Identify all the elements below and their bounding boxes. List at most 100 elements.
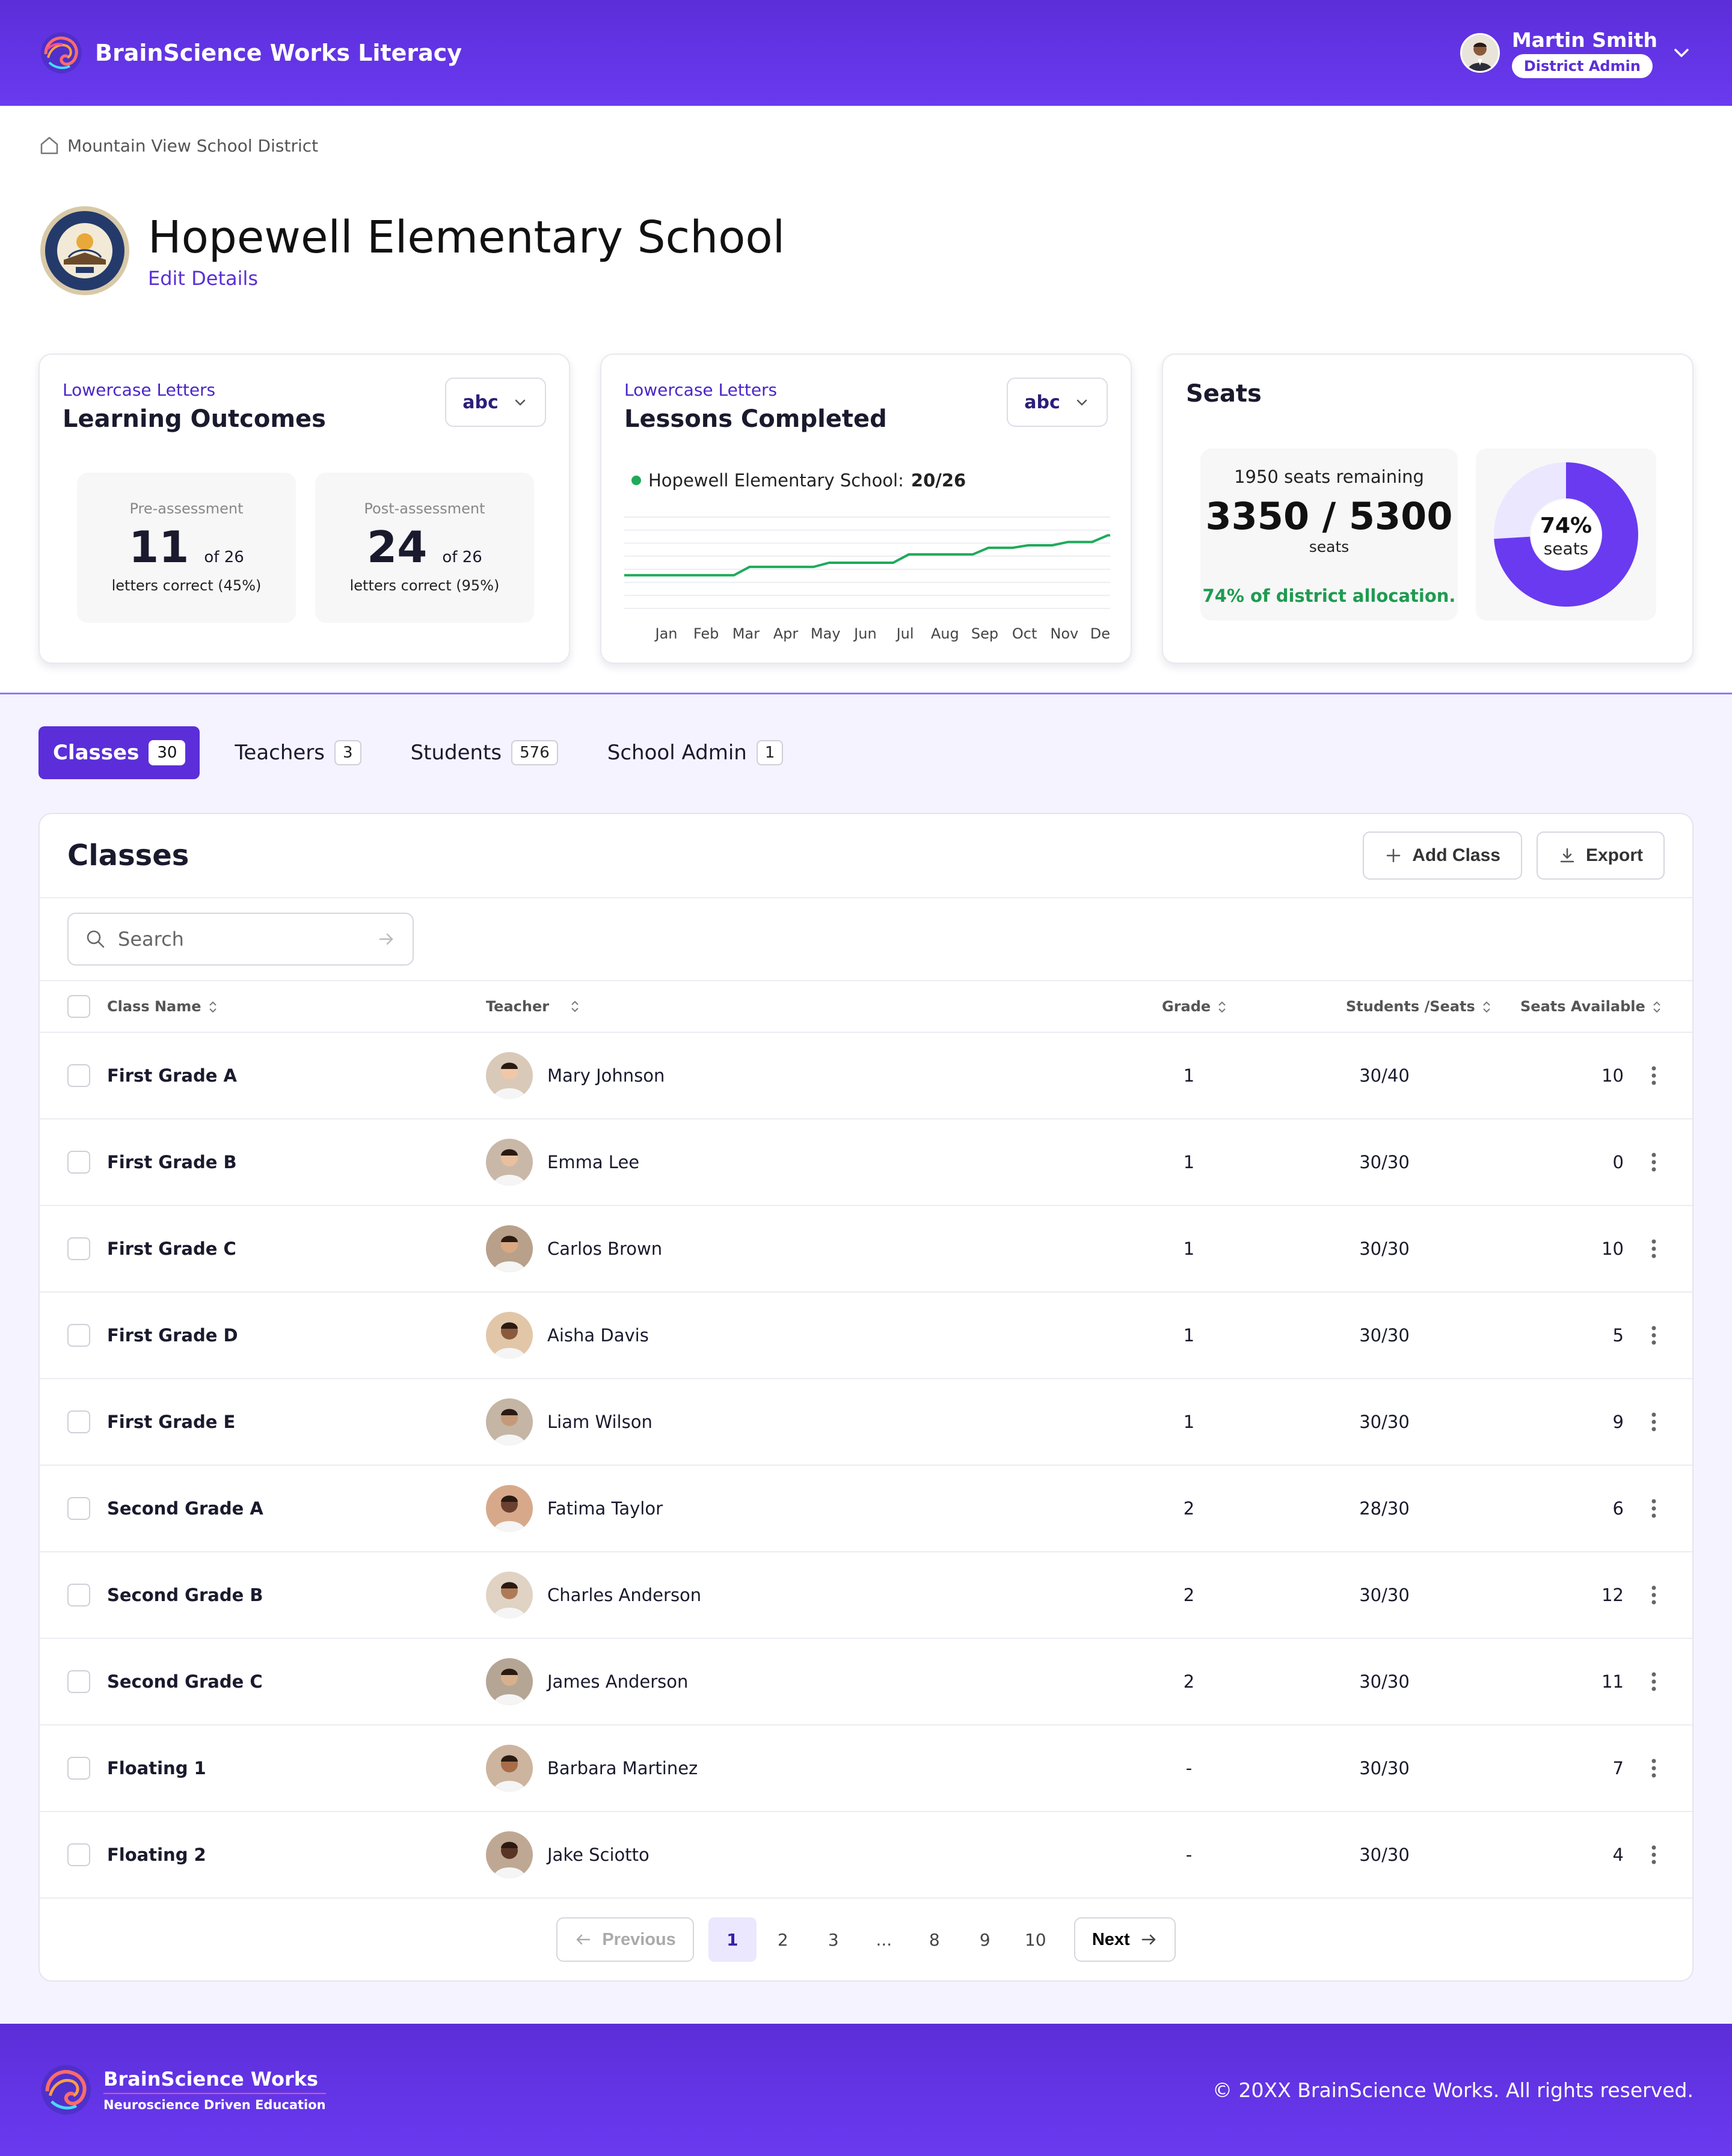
tab-teachers[interactable]: Teachers 3	[220, 726, 375, 779]
tab-classes[interactable]: Classes 30	[38, 726, 200, 779]
select-all-checkbox[interactable]	[67, 995, 90, 1018]
seats-available-cell: 10	[1601, 1239, 1624, 1259]
column-header-grade[interactable]: Grade	[1162, 998, 1227, 1015]
table-row[interactable]: Floating 1 Barbara Martinez - 30/30 7	[40, 1726, 1692, 1812]
x-tick-label: Jul	[895, 625, 914, 642]
row-checkbox[interactable]	[67, 1757, 90, 1780]
table-row[interactable]: Second Grade C James Anderson 2 30/30 11	[40, 1639, 1692, 1726]
more-vertical-icon[interactable]	[1650, 1670, 1657, 1694]
teacher-name: Carlos Brown	[547, 1239, 663, 1259]
grade-cell: 2	[1183, 1498, 1195, 1519]
row-checkbox[interactable]	[67, 1584, 90, 1606]
page-10-button[interactable]: 10	[1012, 1917, 1060, 1962]
teacher-avatar	[486, 1398, 533, 1445]
legend-label: Hopewell Elementary School:	[648, 470, 904, 491]
add-class-button[interactable]: Add Class	[1363, 831, 1522, 880]
page-9-button[interactable]: 9	[961, 1917, 1009, 1962]
arrow-right-icon[interactable]	[376, 929, 396, 949]
table-card-header: Classes Add Class Export	[40, 814, 1692, 898]
teacher-cell: Emma Lee	[486, 1139, 639, 1186]
more-vertical-icon[interactable]	[1650, 1756, 1657, 1780]
more-vertical-icon[interactable]	[1650, 1237, 1657, 1261]
row-checkbox[interactable]	[67, 1410, 90, 1433]
more-vertical-icon[interactable]	[1650, 1496, 1657, 1521]
class-name[interactable]: First Grade D	[107, 1325, 238, 1346]
x-tick-label: Oct	[1012, 625, 1037, 642]
row-checkbox[interactable]	[67, 1064, 90, 1087]
more-vertical-icon[interactable]	[1650, 1583, 1657, 1607]
page-2-button[interactable]: 2	[759, 1917, 807, 1962]
table-row[interactable]: First Grade E Liam Wilson 1 30/30 9	[40, 1379, 1692, 1466]
class-name[interactable]: First Grade B	[107, 1152, 237, 1172]
more-vertical-icon[interactable]	[1650, 1150, 1657, 1174]
brand[interactable]: BrainScience Works Literacy	[38, 30, 462, 76]
card-title: Learning Outcomes	[63, 405, 326, 433]
table-row[interactable]: First Grade B Emma Lee 1 30/30 0	[40, 1119, 1692, 1206]
chevron-down-icon[interactable]	[1669, 41, 1694, 65]
students-seats-cell: 30/30	[1359, 1412, 1410, 1432]
letter-set-selector[interactable]: abc	[445, 378, 546, 427]
row-checkbox[interactable]	[67, 1237, 90, 1260]
stat-value: 24 of 26	[367, 522, 482, 572]
class-name[interactable]: Second Grade B	[107, 1585, 263, 1605]
row-checkbox[interactable]	[67, 1151, 90, 1174]
x-tick-label: Sep	[971, 625, 998, 642]
next-page-button[interactable]: Next	[1073, 1917, 1176, 1962]
sort-icon	[1483, 1001, 1490, 1013]
card-kicker: Lowercase Letters	[63, 380, 216, 400]
tab-students[interactable]: Students 576	[396, 726, 573, 779]
x-tick-label: Apr	[773, 625, 799, 642]
search-icon	[87, 930, 105, 948]
class-name[interactable]: Floating 1	[107, 1758, 206, 1778]
table-row[interactable]: Second Grade A Fatima Taylor 2 28/30 6	[40, 1466, 1692, 1552]
table-row[interactable]: First Grade D Aisha Davis 1 30/30 5	[40, 1293, 1692, 1379]
page-8-button[interactable]: 8	[911, 1917, 959, 1962]
pre-assessment-stat: Pre-assessment 11 of 26 letters correct …	[77, 473, 296, 623]
class-name[interactable]: First Grade E	[107, 1412, 235, 1432]
class-name[interactable]: First Grade C	[107, 1239, 236, 1259]
home-icon[interactable]	[38, 135, 60, 156]
teacher-name: Fatima Taylor	[547, 1498, 663, 1519]
teacher-avatar	[486, 1572, 533, 1619]
table-row[interactable]: Second Grade B Charles Anderson 2 30/30 12	[40, 1552, 1692, 1639]
page-1-button[interactable]: 1	[708, 1917, 757, 1962]
previous-page-button[interactable]: Previous	[556, 1917, 694, 1962]
person-icon	[486, 1398, 533, 1445]
row-checkbox[interactable]	[67, 1497, 90, 1520]
card-title: Lessons Completed	[624, 405, 887, 433]
sort-icon	[209, 1001, 216, 1013]
class-name[interactable]: Second Grade C	[107, 1671, 263, 1692]
search-box[interactable]	[67, 913, 414, 966]
students-seats-cell: 28/30	[1359, 1498, 1410, 1519]
column-header-teacher[interactable]: Teacher	[486, 998, 580, 1015]
row-checkbox[interactable]	[67, 1324, 90, 1347]
more-vertical-icon[interactable]	[1650, 1323, 1657, 1347]
breadcrumb-district[interactable]: Mountain View School District	[67, 136, 318, 156]
user-menu[interactable]: Martin Smith District Admin	[1460, 28, 1694, 78]
more-vertical-icon[interactable]	[1650, 1843, 1657, 1867]
class-name[interactable]: First Grade A	[107, 1065, 237, 1086]
x-tick-label: Feb	[693, 625, 719, 642]
learning-outcomes-card: Lowercase Letters Learning Outcomes abc …	[38, 354, 570, 664]
sort-icon	[1218, 1001, 1226, 1013]
letter-set-selector[interactable]: abc	[1007, 378, 1108, 427]
table-row[interactable]: Floating 2 Jake Sciotto - 30/30 4	[40, 1812, 1692, 1899]
column-header-students-seats[interactable]: Students /Seats	[1346, 998, 1492, 1015]
edit-details-link[interactable]: Edit Details	[148, 267, 785, 290]
tab-school-admin[interactable]: School Admin 1	[593, 726, 798, 779]
row-checkbox[interactable]	[67, 1670, 90, 1693]
table-row[interactable]: First Grade C Carlos Brown 1 30/30 10	[40, 1206, 1692, 1293]
row-checkbox[interactable]	[67, 1843, 90, 1866]
grade-cell: 1	[1183, 1239, 1195, 1259]
more-vertical-icon[interactable]	[1650, 1064, 1657, 1088]
page-3-button[interactable]: 3	[809, 1917, 858, 1962]
grade-cell: 2	[1183, 1585, 1195, 1605]
more-vertical-icon[interactable]	[1650, 1410, 1657, 1434]
column-header-seats-available[interactable]: Seats Available	[1520, 998, 1662, 1015]
column-header-class-name[interactable]: Class Name	[107, 998, 218, 1015]
table-row[interactable]: First Grade A Mary Johnson 1 30/40 10	[40, 1033, 1692, 1119]
export-button[interactable]: Export	[1536, 831, 1665, 880]
class-name[interactable]: Second Grade A	[107, 1498, 263, 1519]
search-input[interactable]	[118, 928, 364, 951]
class-name[interactable]: Floating 2	[107, 1845, 206, 1865]
